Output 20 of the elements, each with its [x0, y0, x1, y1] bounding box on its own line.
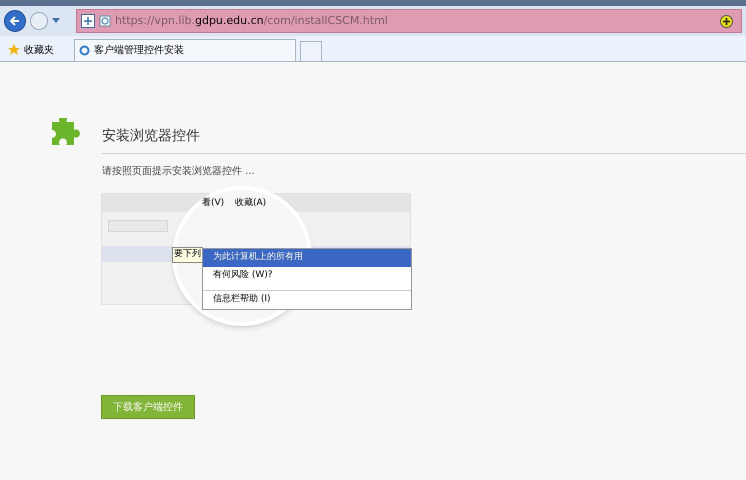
favorites-button[interactable]: 收藏夹	[4, 39, 58, 61]
compatibility-button[interactable]	[81, 14, 95, 28]
instruction-text: 请按照页面提示安装浏览器控件 ...	[102, 164, 256, 179]
browser-tab[interactable]: 客户端管理控件安装	[74, 39, 296, 61]
menu-label: 收藏(A)	[235, 197, 266, 210]
page-title: 安装浏览器控件	[102, 118, 746, 154]
menu-item[interactable]: 有何风险 (W)?	[203, 266, 411, 284]
menu-item[interactable]: 为此计算机上的所有用	[203, 249, 411, 266]
plus-icon	[84, 17, 92, 25]
address-field	[108, 220, 168, 232]
browser-logo-icon	[79, 45, 90, 56]
star-icon	[8, 44, 20, 56]
dropdown-caret-icon[interactable]	[52, 18, 60, 24]
info-bar-text: 要下列	[172, 247, 203, 262]
menu-item[interactable]: 信息栏帮助 (I)	[203, 290, 411, 308]
plus-circle-icon[interactable]	[720, 14, 733, 28]
back-arrow-icon	[9, 15, 21, 27]
page-icon	[99, 15, 111, 27]
back-button[interactable]	[4, 10, 26, 32]
menu-label: 看(V)	[202, 197, 224, 210]
